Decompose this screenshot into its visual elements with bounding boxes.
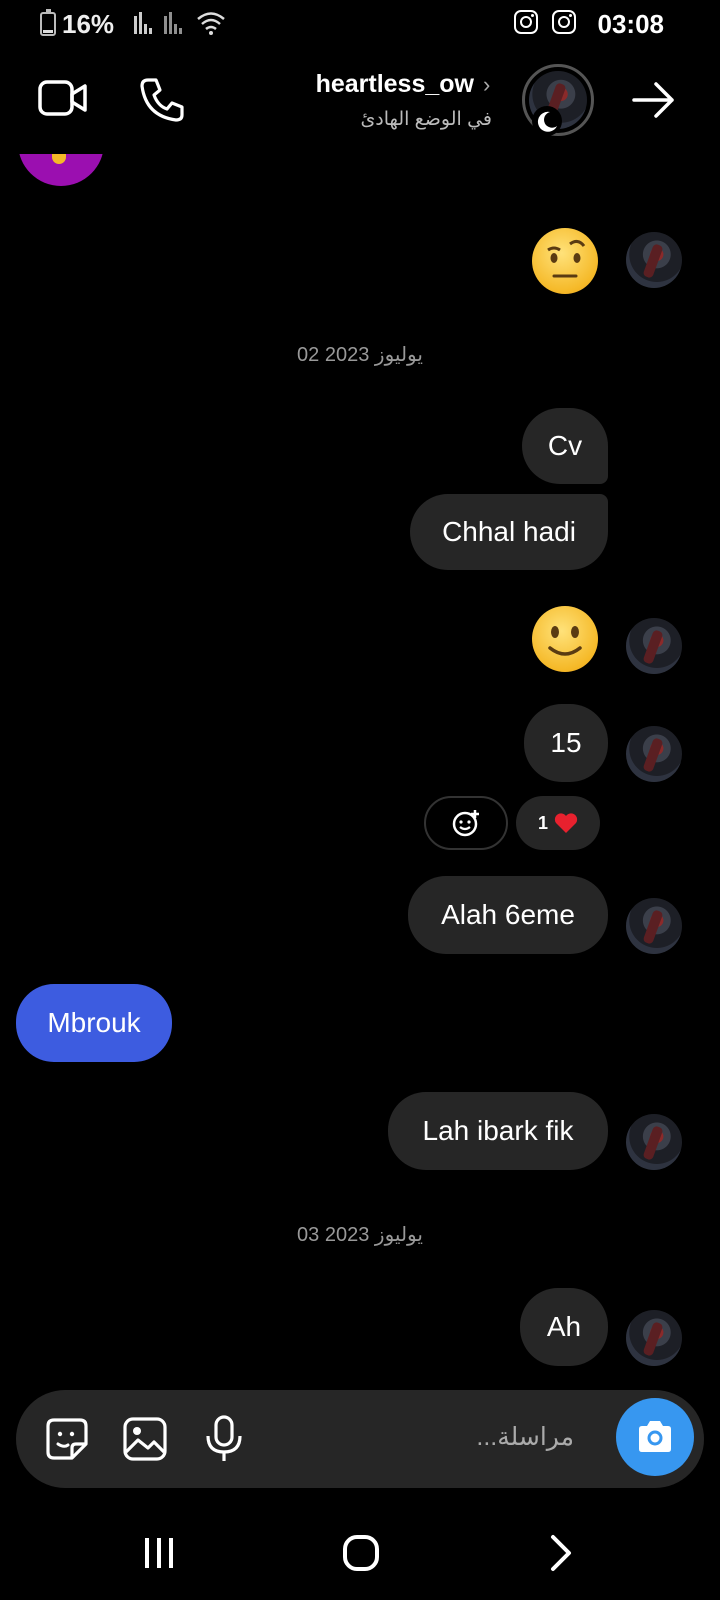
message-bubble[interactable]: Alah 6eme xyxy=(408,876,608,954)
chevron-right-icon[interactable]: › xyxy=(483,72,490,98)
slightly-smiling-emoji[interactable] xyxy=(532,606,598,672)
home-icon[interactable] xyxy=(342,1534,380,1572)
message-text: Cv xyxy=(547,430,583,461)
signal-icon-2 xyxy=(164,12,182,34)
message-bubble[interactable]: Ah xyxy=(520,1288,608,1366)
avatar[interactable] xyxy=(626,1114,682,1170)
avatar[interactable] xyxy=(626,232,682,288)
message-bubble[interactable]: Lah ibark fik xyxy=(388,1092,608,1170)
system-nav-bar xyxy=(0,1510,720,1600)
instagram-notification-icon xyxy=(514,10,538,34)
my-message-bubble[interactable]: Mbrouk xyxy=(16,984,172,1062)
message-text: Lah ibark fik xyxy=(422,1115,574,1146)
signal-icon xyxy=(134,12,152,34)
arrow-right-icon[interactable] xyxy=(630,80,678,120)
video-call-icon[interactable] xyxy=(38,78,88,118)
message-text: Alah 6eme xyxy=(441,899,575,930)
instagram-notification-icon-2 xyxy=(552,10,576,34)
message-text: Chhal hadi xyxy=(442,516,576,547)
message-bubble[interactable]: Chhal hadi xyxy=(410,494,608,570)
quiet-mode-moon-icon xyxy=(532,106,562,136)
microphone-icon[interactable] xyxy=(204,1414,244,1464)
add-reaction-button[interactable] xyxy=(424,796,508,850)
message-text: 15 xyxy=(550,727,582,758)
message-composer: مراسلة... xyxy=(16,1390,704,1488)
date-separator: 03 يوليوز 2023 xyxy=(297,1224,423,1246)
reaction-count: 1 xyxy=(537,812,548,833)
camera-icon xyxy=(639,1421,671,1452)
voice-call-icon[interactable] xyxy=(138,76,186,124)
date-separator: 02 يوليوز 2023 xyxy=(297,344,423,366)
add-reaction-icon xyxy=(452,810,479,837)
message-bubble[interactable]: 15 xyxy=(524,704,608,782)
battery-icon xyxy=(40,9,56,36)
gallery-icon[interactable] xyxy=(122,1416,168,1462)
status-bar: 16% 03:08 xyxy=(0,0,720,46)
camera-button[interactable] xyxy=(616,1398,694,1476)
raised-eyebrow-emoji[interactable] xyxy=(532,228,598,294)
battery-percent: 16% xyxy=(62,9,115,39)
reaction-badge[interactable]: 1 xyxy=(516,796,600,850)
avatar[interactable] xyxy=(626,618,682,674)
heart-icon xyxy=(554,813,578,833)
chat-header: heartless_ow › في الوضع الهادئ xyxy=(0,56,720,148)
avatar[interactable] xyxy=(626,1310,682,1366)
message-text: Ah xyxy=(546,1311,582,1342)
avatar[interactable] xyxy=(626,726,682,782)
clock: 03:08 xyxy=(597,9,665,39)
wifi-icon xyxy=(197,12,225,35)
back-icon[interactable] xyxy=(548,1534,574,1572)
chat-status: في الوضع الهادئ xyxy=(360,109,492,130)
sticker-icon[interactable] xyxy=(44,1416,90,1462)
message-text: Mbrouk xyxy=(47,1007,141,1038)
message-bubble[interactable]: Cv xyxy=(522,408,608,484)
chat-username[interactable]: heartless_ow xyxy=(316,70,474,99)
recent-apps-icon[interactable] xyxy=(142,1536,176,1570)
message-input[interactable]: مراسلة... xyxy=(476,1422,574,1452)
avatar[interactable] xyxy=(626,898,682,954)
